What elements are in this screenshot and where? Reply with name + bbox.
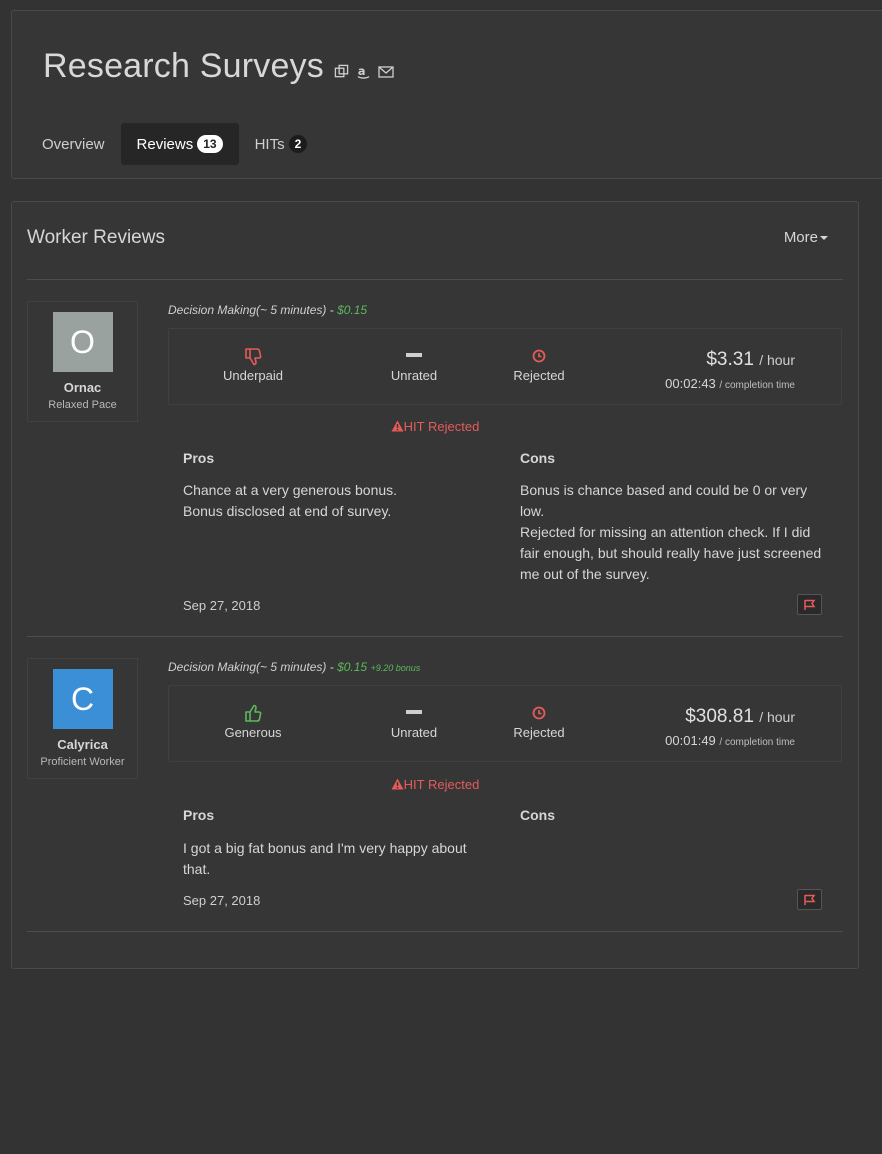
tab-reviews-label: Reviews [136, 135, 194, 153]
comm-rating: Unrated [374, 703, 454, 740]
panel-title: Worker Reviews [27, 227, 165, 248]
warning-icon [391, 420, 404, 432]
pay-rating-label: Underpaid [223, 368, 283, 383]
review-date: Sep 27, 2018 [183, 893, 261, 908]
review-date: Sep 27, 2018 [183, 598, 261, 613]
divider [27, 279, 843, 280]
hit-title: Decision Making(~ 5 minutes) [168, 303, 327, 317]
comm-rating-label: Unrated [390, 725, 438, 740]
hit-separator: - [326, 660, 338, 674]
hit-reward: $0.15 [337, 303, 368, 317]
more-dropdown-button[interactable]: More [784, 229, 828, 246]
hourly-rate: $308.81 / hour 00:01:49 / completion tim… [665, 706, 795, 748]
tab-hits-label: HITs [254, 135, 285, 153]
hit-bonus: +9.20 bonus [370, 663, 421, 673]
flag-icon [804, 894, 816, 905]
divider [27, 931, 843, 932]
completion-unit: / completion time [719, 380, 795, 391]
title-row: Research Surveys a [43, 47, 394, 86]
hit-info: Decision Making(~ 5 minutes) - $0.15 +9.… [168, 660, 420, 674]
user-card[interactable]: C Calyrica Proficient Worker [27, 658, 138, 779]
minus-icon [374, 346, 454, 366]
completion-time: 00:02:43 [665, 376, 716, 391]
cons-text: Bonus is chance based and could be 0 or … [520, 482, 822, 582]
hit-reward: $0.15 [337, 660, 368, 674]
user-name: Ornac [63, 380, 102, 395]
review-item: C Calyrica Proficient Worker Decision Ma… [27, 658, 843, 932]
tab-hits[interactable]: HITs 2 [239, 123, 324, 165]
hit-separator: - [326, 303, 338, 317]
reviews-count-badge: 13 [197, 135, 223, 153]
review-ratings: Generous Unrated Rejected $308.81 / hour… [168, 685, 842, 762]
hourly-unit: / hour [759, 709, 795, 725]
cons-heading: Cons [520, 807, 555, 823]
hourly-value: $3.31 [706, 349, 754, 370]
approval-rating-label: Rejected [513, 725, 565, 740]
pay-rating-label: Generous [224, 725, 282, 740]
clock-icon [499, 703, 579, 723]
approval-rating: Rejected [499, 703, 579, 740]
tab-overview[interactable]: Overview [26, 123, 121, 165]
completion-unit: / completion time [719, 737, 795, 748]
warning-icon [391, 778, 404, 790]
review-ratings: Underpaid Unrated Rejected $3.31 / hour … [168, 328, 842, 405]
hits-count-badge: 2 [288, 135, 308, 153]
worker-reviews-panel: Worker Reviews More O Ornac Relaxed Pace… [11, 201, 859, 969]
header-panel: Research Surveys a Overview Reviews 13 H… [11, 10, 882, 179]
pay-rating: Underpaid [213, 346, 293, 383]
tab-overview-label: Overview [42, 135, 105, 153]
pay-rating: Generous [213, 703, 293, 740]
cons-heading: Cons [520, 450, 555, 466]
status-text: HIT Rejected [403, 419, 480, 434]
avatar: O [52, 312, 113, 372]
user-name: Calyrica [57, 737, 108, 752]
completion-time: 00:01:49 [665, 733, 716, 748]
comm-rating: Unrated [374, 346, 454, 383]
caret-down-icon [820, 236, 828, 241]
tab-reviews[interactable]: Reviews 13 [120, 123, 239, 165]
flag-button[interactable] [797, 889, 822, 910]
pros-heading: Pros [183, 450, 215, 466]
page-title: Research Surveys [43, 47, 324, 85]
user-type: Relaxed Pace [48, 399, 117, 411]
thumbs-up-icon [213, 703, 293, 723]
copy-icon[interactable] [334, 64, 350, 80]
mail-icon[interactable] [378, 64, 394, 80]
clock-icon [499, 346, 579, 366]
hourly-rate: $3.31 / hour 00:02:43 / completion time [665, 349, 795, 391]
flag-button[interactable] [797, 594, 822, 615]
pros-heading: Pros [183, 807, 215, 823]
divider [27, 636, 843, 637]
more-label: More [783, 229, 818, 246]
thumbs-down-icon [213, 346, 293, 366]
avatar: C [52, 669, 113, 729]
flag-icon [804, 599, 816, 610]
pros-text: Chance at a very generous bonus. Bonus d… [183, 482, 398, 519]
amazon-icon[interactable]: a [356, 64, 372, 80]
title-icons: a [334, 64, 394, 80]
hourly-unit: / hour [759, 352, 795, 368]
approval-rating: Rejected [499, 346, 579, 383]
minus-icon [374, 703, 454, 723]
status-message: HIT Rejected [27, 419, 843, 434]
pros-text: I got a big fat bonus and I'm very happy… [183, 840, 467, 877]
approval-rating-label: Rejected [513, 368, 565, 383]
user-card[interactable]: O Ornac Relaxed Pace [27, 301, 138, 422]
hourly-value: $308.81 [685, 706, 754, 727]
tab-bar: Overview Reviews 13 HITs 2 [26, 123, 323, 165]
comm-rating-label: Unrated [390, 368, 438, 383]
hit-info: Decision Making(~ 5 minutes) - $0.15 [168, 303, 367, 317]
hit-title: Decision Making(~ 5 minutes) [168, 660, 327, 674]
review-item: O Ornac Relaxed Pace Decision Making(~ 5… [27, 301, 843, 636]
status-message: HIT Rejected [27, 777, 843, 792]
user-type: Proficient Worker [40, 756, 125, 768]
status-text: HIT Rejected [403, 777, 480, 792]
svg-text:a: a [358, 64, 366, 77]
